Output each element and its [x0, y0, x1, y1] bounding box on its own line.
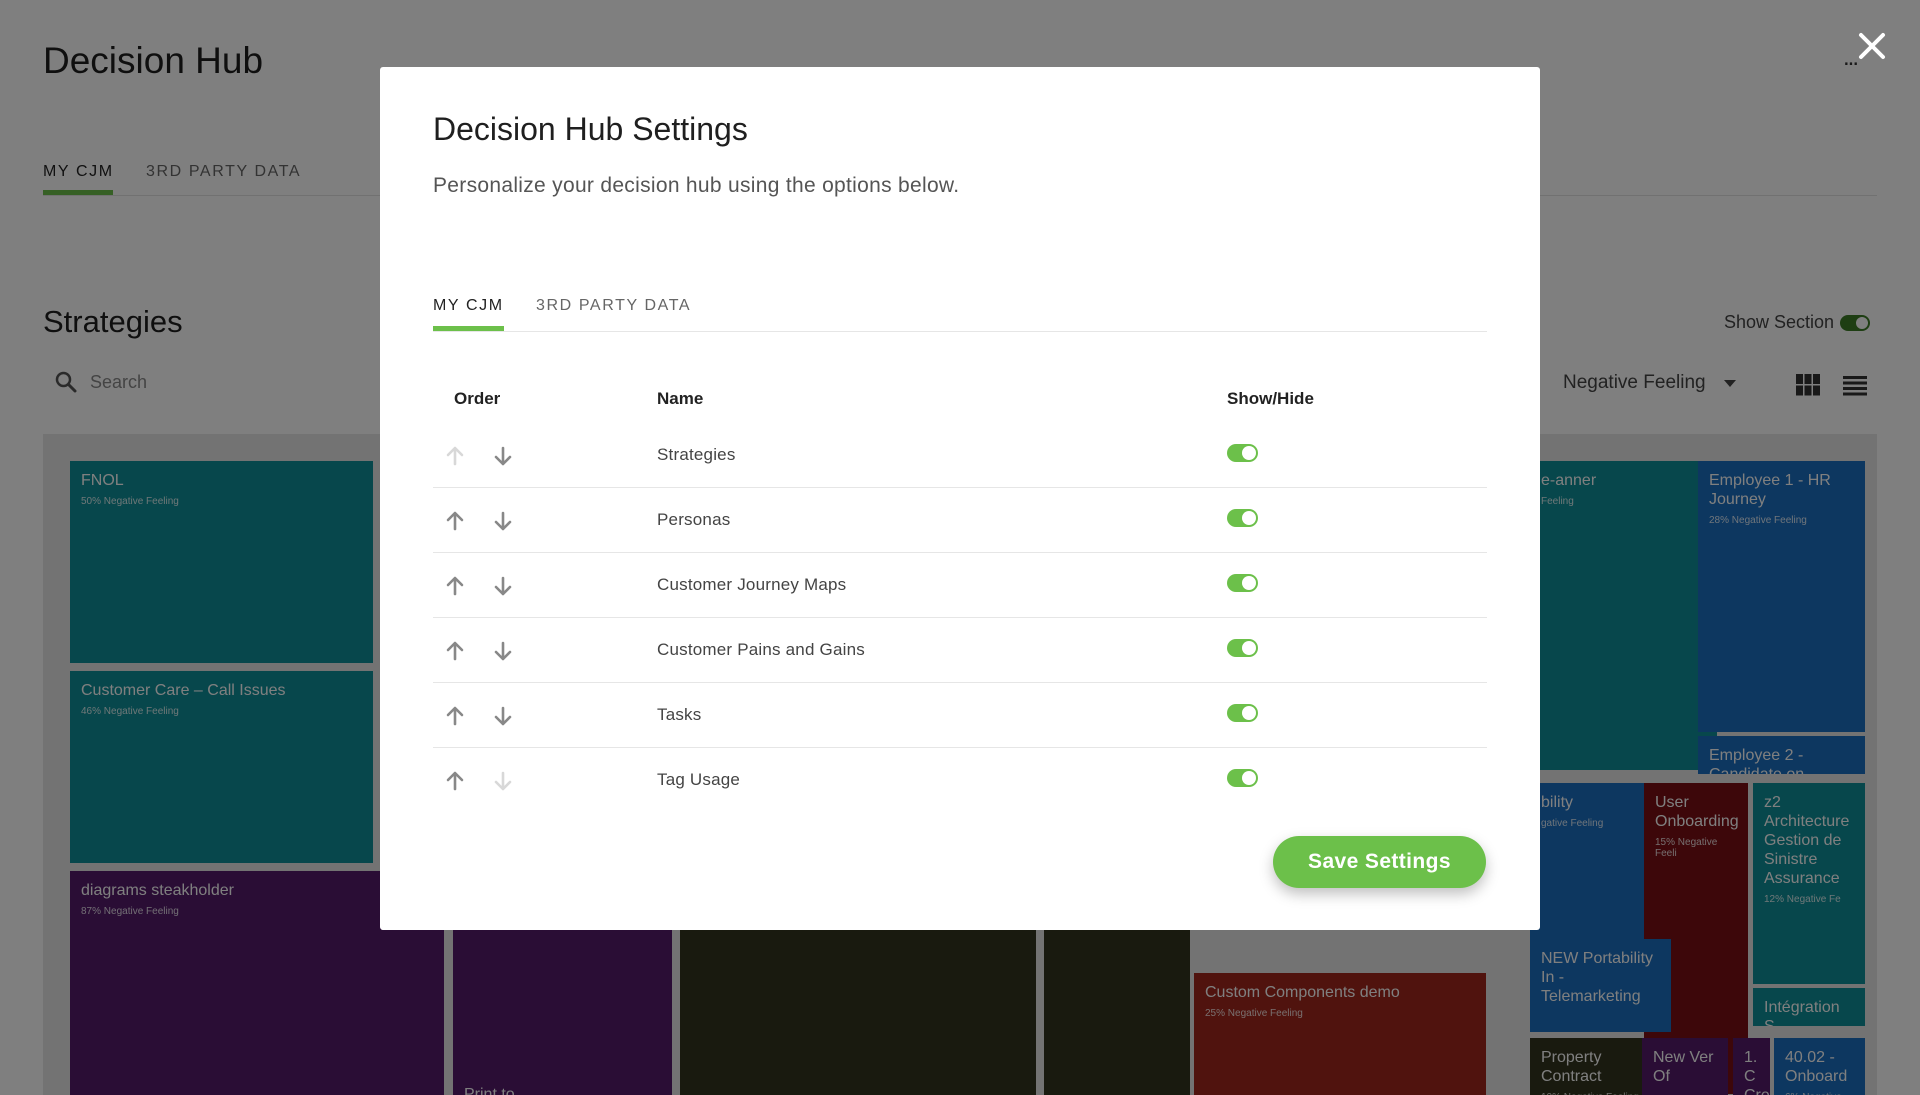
- show-hide-toggle[interactable]: [1227, 639, 1258, 657]
- column-show-hide: Show/Hide: [1227, 389, 1314, 408]
- show-hide-toggle[interactable]: [1227, 509, 1258, 527]
- column-order: Order: [454, 389, 501, 408]
- modal-description: Personalize your decision hub using the …: [433, 174, 960, 197]
- row-name: Customer Pains and Gains: [657, 640, 865, 659]
- arrow-down-icon[interactable]: [491, 444, 515, 468]
- row-name: Tasks: [657, 705, 702, 724]
- modal-tabs: MY CJM 3RD PARTY DATA: [433, 297, 1487, 332]
- show-hide-toggle[interactable]: [1227, 574, 1258, 592]
- show-hide-toggle[interactable]: [1227, 769, 1258, 787]
- show-hide-toggle[interactable]: [1227, 444, 1258, 462]
- arrow-up-icon[interactable]: [443, 769, 467, 793]
- arrow-up-icon[interactable]: [443, 704, 467, 728]
- arrow-up-icon[interactable]: [443, 574, 467, 598]
- arrow-down-icon[interactable]: [491, 574, 515, 598]
- table-row: Tag Usage: [433, 748, 1487, 813]
- table-row: Strategies: [433, 423, 1487, 488]
- modal-tab-my-cjm[interactable]: MY CJM: [433, 297, 504, 315]
- table-row: Customer Pains and Gains: [433, 618, 1487, 683]
- modal-title: Decision Hub Settings: [433, 111, 748, 147]
- column-name: Name: [657, 389, 704, 408]
- modal-active-tab-indicator: [433, 326, 504, 331]
- arrow-up-icon: [443, 444, 467, 468]
- row-name: Personas: [657, 510, 731, 529]
- row-name: Strategies: [657, 445, 736, 464]
- row-name: Tag Usage: [657, 770, 741, 789]
- arrow-down-icon[interactable]: [491, 639, 515, 663]
- save-settings-button[interactable]: Save Settings: [1273, 836, 1486, 888]
- row-name: Customer Journey Maps: [657, 575, 847, 594]
- arrow-down-icon[interactable]: [491, 704, 515, 728]
- table-body: Strategies Personas Customer Journey Maps C…: [433, 423, 1487, 813]
- show-hide-toggle[interactable]: [1227, 704, 1258, 722]
- settings-modal: Decision Hub Settings Personalize your d…: [380, 67, 1540, 930]
- arrow-up-icon[interactable]: [443, 509, 467, 533]
- table-row: Tasks: [433, 683, 1487, 748]
- arrow-down-icon: [491, 769, 515, 793]
- sections-table: Order Name Show/Hide Strategies Personas C…: [433, 377, 1487, 813]
- table-row: Personas: [433, 488, 1487, 553]
- modal-tab-3rd-party-data[interactable]: 3RD PARTY DATA: [536, 297, 691, 315]
- arrow-down-icon[interactable]: [491, 509, 515, 533]
- table-row: Customer Journey Maps: [433, 553, 1487, 618]
- arrow-up-icon[interactable]: [443, 639, 467, 663]
- table-header: Order Name Show/Hide: [433, 377, 1487, 423]
- close-icon[interactable]: [1856, 30, 1888, 62]
